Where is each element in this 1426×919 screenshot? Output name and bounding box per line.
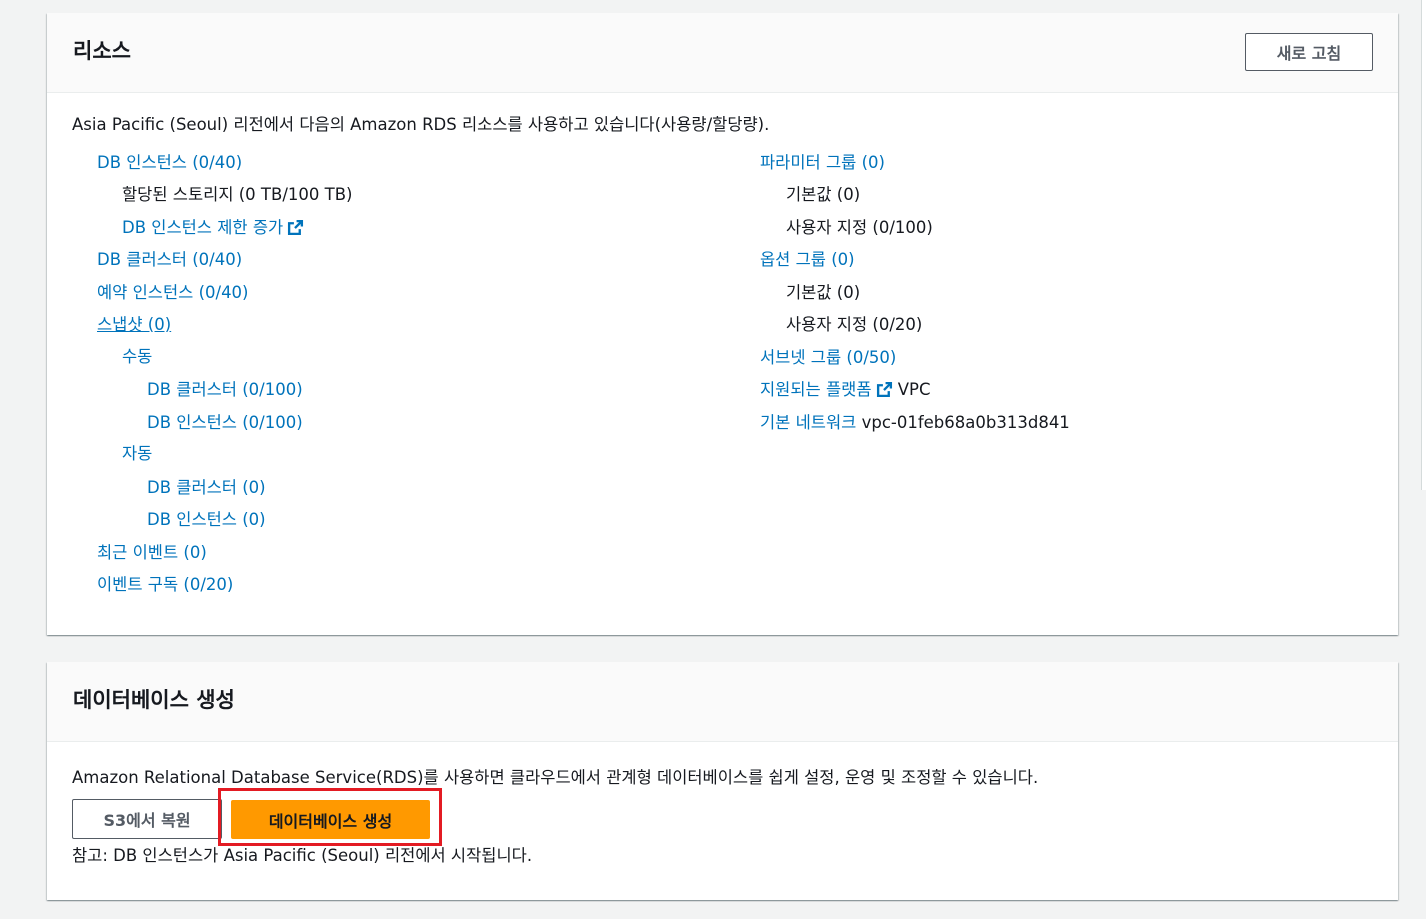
manual-db-instances-link[interactable]: DB 인스턴스 (0/100) bbox=[147, 412, 303, 434]
subnet-groups-link[interactable]: 서브넷 그룹 (0/50) bbox=[760, 347, 896, 369]
manual-snapshots-link[interactable]: 수동 bbox=[122, 346, 152, 368]
default-network-link[interactable]: 기본 네트워크 bbox=[760, 413, 856, 432]
auto-db-clusters-link[interactable]: DB 클러스터 (0) bbox=[147, 477, 266, 499]
resources-intro: Asia Pacific (Seoul) 리전에서 다음의 Amazon RDS… bbox=[72, 115, 770, 134]
external-link-icon bbox=[876, 381, 892, 398]
auto-db-instances-link[interactable]: DB 인스턴스 (0) bbox=[147, 509, 266, 531]
create-database-button[interactable]: 데이터베이스 생성 bbox=[231, 800, 430, 839]
event-subscriptions-link[interactable]: 이벤트 구독 (0/20) bbox=[97, 574, 233, 596]
create-database-note: 참고: DB 인스턴스가 Asia Pacific (Seoul) 리전에서 시… bbox=[72, 846, 533, 865]
increase-limit-label: DB 인스턴스 제한 증가 bbox=[122, 218, 284, 237]
external-link-icon bbox=[288, 219, 304, 236]
snapshots-link[interactable]: 스냅샷 (0) bbox=[97, 314, 171, 336]
parameter-groups-custom: 사용자 지정 (0/100) bbox=[786, 218, 933, 237]
default-network-value: vpc-01feb68a0b313d841 bbox=[861, 413, 1070, 432]
automated-snapshots-link[interactable]: 자동 bbox=[122, 443, 152, 465]
create-database-description: Amazon Relational Database Service(RDS)를… bbox=[72, 768, 1039, 787]
db-instances-link[interactable]: DB 인스턴스 (0/40) bbox=[97, 152, 242, 174]
refresh-button[interactable]: 새로 고침 bbox=[1245, 33, 1373, 71]
resources-panel: 리소스 새로 고침 Asia Pacific (Seoul) 리전에서 다음의 … bbox=[47, 13, 1398, 635]
option-groups-custom: 사용자 지정 (0/20) bbox=[786, 315, 923, 334]
parameter-groups-link[interactable]: 파라미터 그룹 (0) bbox=[760, 152, 885, 174]
resources-title: 리소스 bbox=[73, 39, 131, 63]
manual-db-clusters-link[interactable]: DB 클러스터 (0/100) bbox=[147, 379, 303, 401]
option-groups-default: 기본값 (0) bbox=[786, 283, 861, 302]
scrollbar[interactable] bbox=[1421, 0, 1426, 490]
option-groups-link[interactable]: 옵션 그룹 (0) bbox=[760, 249, 855, 271]
create-database-body: Amazon Relational Database Service(RDS)를… bbox=[47, 662, 1398, 900]
supported-platforms-value: VPC bbox=[897, 380, 931, 399]
increase-limit-link[interactable]: DB 인스턴스 제한 증가 bbox=[122, 217, 304, 239]
default-network-row: 기본 네트워크 vpc-01feb68a0b313d841 bbox=[760, 412, 1070, 434]
supported-platforms-row: 지원되는 플랫폼 VPC bbox=[760, 379, 931, 401]
supported-platforms-link[interactable]: 지원되는 플랫폼 bbox=[760, 380, 872, 399]
create-database-panel: 데이터베이스 생성 Amazon Relational Database Ser… bbox=[47, 662, 1398, 900]
db-clusters-link[interactable]: DB 클러스터 (0/40) bbox=[97, 249, 242, 271]
recent-events-link[interactable]: 최근 이벤트 (0) bbox=[97, 542, 207, 564]
parameter-groups-default: 기본값 (0) bbox=[786, 185, 861, 204]
restore-from-s3-button[interactable]: S3에서 복원 bbox=[72, 799, 222, 839]
reserved-instances-link[interactable]: 예약 인스턴스 (0/40) bbox=[97, 282, 249, 304]
resources-header: 리소스 새로 고침 bbox=[47, 13, 1398, 93]
allocated-storage: 할당된 스토리지 (0 TB/100 TB) bbox=[122, 185, 353, 204]
